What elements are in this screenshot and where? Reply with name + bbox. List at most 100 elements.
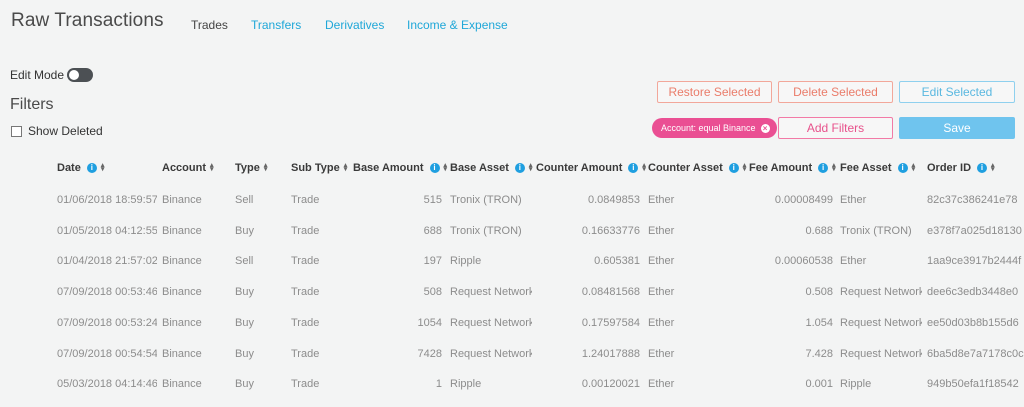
edit-mode: Edit Mode: [10, 68, 94, 82]
column-header-order-id[interactable]: Order ID i ▴ ▾: [927, 158, 996, 178]
table-cell-fee-asset: Request Network: [840, 286, 922, 299]
table-row[interactable]: 01/06/2018 18:59:57 Binance Sell Trade 515 Tr…: [0, 193, 1024, 223]
restore-selected-button[interactable]: Restore Selected: [657, 81, 772, 103]
table-cell-base-asset: Tronix (TRON): [450, 224, 522, 237]
table-cell-account: Binance: [162, 224, 202, 237]
table-cell-counter-amount: 0.08481568: [581, 286, 640, 299]
table-cell-date: 01/06/2018 18:59:57: [57, 194, 157, 206]
info-icon[interactable]: i: [628, 163, 639, 173]
table-cell-counter-amount: 0.00120021: [581, 378, 640, 391]
edit-mode-label: Edit Mode: [10, 68, 65, 82]
table-cell-base-asset: Ripple: [450, 255, 482, 268]
sort-icon[interactable]: ▴ ▾: [529, 162, 534, 173]
tab-derivatives[interactable]: Derivatives: [325, 18, 384, 32]
show-deleted-label[interactable]: Show Deleted: [28, 124, 103, 138]
sort-icon[interactable]: ▴ ▾: [991, 162, 996, 173]
sort-icon[interactable]: ▴ ▾: [444, 162, 449, 173]
table-row[interactable]: 07/09/2018 00:53:24 Binance Buy Trade 1054 Re…: [0, 316, 1024, 346]
tab-transfers[interactable]: Transfers: [251, 18, 301, 32]
sort-icon[interactable]: ▴ ▾: [642, 162, 647, 173]
table-cell-base-asset: Request Network: [450, 286, 532, 299]
info-icon[interactable]: i: [818, 163, 829, 173]
info-icon[interactable]: i: [977, 163, 988, 173]
table-cell-type: Buy: [235, 224, 254, 237]
table-cell-sub-type: Trade: [291, 224, 320, 237]
sort-icon[interactable]: ▴ ▾: [264, 162, 269, 173]
sort-icon[interactable]: ▴ ▾: [832, 162, 837, 173]
table-cell-order-id: 6ba5d8e7a7178c0c: [927, 347, 1024, 360]
table-cell-fee-asset: Request Network: [840, 316, 922, 329]
table-cell-counter-asset: Ether: [648, 224, 675, 237]
table-cell-account: Binance: [162, 316, 202, 329]
tab-trades[interactable]: Trades: [191, 18, 228, 32]
table-cell-counter-asset: Ether: [648, 316, 675, 329]
table-cell-counter-amount: 1.24017888: [581, 347, 640, 360]
table-cell-sub-type: Trade: [291, 347, 320, 360]
table-cell-base-amount: 197: [423, 255, 442, 268]
table-cell-fee-amount: 0.001: [805, 378, 833, 391]
close-icon[interactable]: ×: [760, 123, 770, 133]
info-icon[interactable]: i: [86, 163, 97, 173]
table-row[interactable]: 07/09/2018 00:54:54 Binance Buy Trade 7428 Re…: [0, 347, 1024, 377]
tab-income-expense[interactable]: Income & Expense: [407, 18, 508, 32]
column-header-sub-type[interactable]: Sub Type ▴ ▾: [291, 158, 349, 178]
table-cell-base-asset: Request Network: [450, 316, 532, 329]
table-row[interactable]: 05/03/2018 04:14:46 Binance Buy Trade 1 Rippl…: [0, 377, 1024, 407]
show-deleted-checkbox[interactable]: [11, 125, 22, 137]
table-cell-fee-amount: 0.00008499: [774, 194, 833, 206]
table-cell-counter-asset: Ether: [648, 378, 675, 391]
sort-icon[interactable]: ▴ ▾: [101, 162, 106, 173]
delete-selected-button[interactable]: Delete Selected: [778, 81, 893, 103]
info-icon[interactable]: i: [429, 163, 440, 173]
table-row[interactable]: 07/09/2018 00:53:46 Binance Buy Trade 508 Req…: [0, 285, 1024, 315]
table-cell-base-asset: Ripple: [450, 378, 482, 391]
info-icon[interactable]: i: [514, 163, 525, 173]
add-filters-button[interactable]: Add Filters: [778, 117, 893, 139]
table-cell-counter-amount: 0.605381: [594, 255, 640, 268]
table-cell-date: 01/04/2018 21:57:02: [57, 255, 157, 268]
info-icon[interactable]: i: [728, 163, 739, 173]
sort-icon[interactable]: ▴ ▾: [344, 162, 349, 173]
table-row[interactable]: 01/05/2018 04:12:55 Binance Buy Trade 688 Tro…: [0, 224, 1024, 254]
table-cell-base-amount: 515: [423, 194, 442, 206]
column-header-label: Account: [162, 162, 206, 174]
edit-selected-button[interactable]: Edit Selected: [899, 81, 1015, 103]
table-cell-base-asset: Tronix (TRON): [450, 194, 522, 206]
edit-mode-toggle[interactable]: [67, 68, 94, 82]
column-header-label: Date: [57, 162, 81, 174]
column-header-fee-amount[interactable]: Fee Amount i ▴ ▾: [749, 158, 837, 178]
table-cell-type: Sell: [235, 194, 254, 206]
column-header-base-amount[interactable]: Base Amount i ▴ ▾: [353, 158, 449, 178]
column-header-date[interactable]: Date i ▴ ▾: [57, 158, 106, 178]
table-row[interactable]: 01/04/2018 21:57:02 Binance Sell Trade 197 Ri…: [0, 254, 1024, 284]
table-cell-fee-amount: 0.508: [805, 286, 833, 299]
table-cell-fee-amount: 0.688: [805, 224, 833, 237]
column-header-account[interactable]: Account ▴ ▾: [162, 158, 215, 178]
table-cell-fee-asset: Request Network: [840, 347, 922, 360]
column-header-fee-asset[interactable]: Fee Asset i ▴ ▾: [840, 158, 917, 178]
table-cell-type: Buy: [235, 378, 254, 391]
column-header-label: Base Asset: [450, 162, 509, 174]
sort-icon[interactable]: ▴ ▾: [912, 162, 917, 173]
table-cell-sub-type: Trade: [291, 316, 320, 329]
column-header-counter-amount[interactable]: Counter Amount i ▴ ▾: [536, 158, 647, 178]
table-cell-sub-type: Trade: [291, 255, 320, 268]
column-header-label: Fee Amount: [749, 162, 813, 174]
sort-icon[interactable]: ▴ ▾: [210, 162, 215, 173]
table-cell-fee-asset: Ripple: [840, 378, 872, 391]
filter-chip-account[interactable]: Account: equal Binance ×: [652, 118, 777, 138]
column-header-counter-asset[interactable]: Counter Asset i ▴ ▾: [648, 158, 748, 178]
info-icon[interactable]: i: [897, 163, 908, 173]
column-header-label: Sub Type: [291, 162, 340, 174]
table-cell-date: 01/05/2018 04:12:55: [57, 224, 157, 237]
table-cell-fee-asset: Ether: [840, 194, 867, 206]
sort-icon[interactable]: ▴ ▾: [743, 162, 748, 173]
table-cell-type: Buy: [235, 286, 254, 299]
table-cell-base-asset: Request Network: [450, 347, 532, 360]
table-cell-base-amount: 508: [423, 286, 442, 299]
table-cell-base-amount: 1: [435, 378, 442, 391]
column-header-type[interactable]: Type ▴ ▾: [235, 158, 269, 178]
column-header-base-asset[interactable]: Base Asset i ▴ ▾: [450, 158, 534, 178]
save-button[interactable]: Save: [899, 117, 1015, 139]
table-cell-order-id: e378f7a025d18130: [927, 224, 1022, 237]
